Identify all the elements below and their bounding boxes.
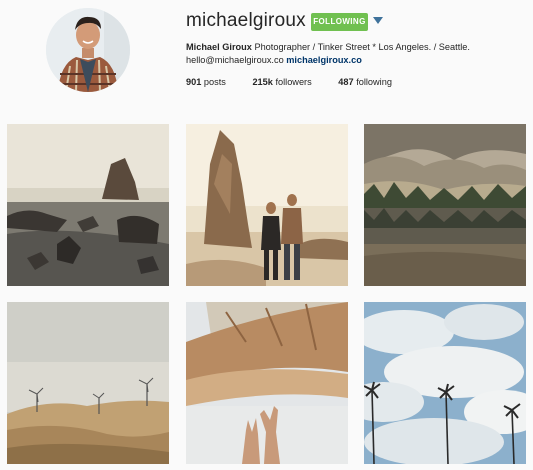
following-button[interactable]: FOLLOWING	[311, 13, 368, 31]
photo-tile[interactable]	[186, 124, 348, 286]
photo-tile[interactable]	[7, 302, 169, 464]
photo-tile[interactable]	[186, 302, 348, 464]
photo-tile[interactable]	[7, 124, 169, 286]
stats-row: 901 posts 215k followers 487 following	[186, 77, 416, 87]
email-text: hello@michaelgiroux.co	[186, 55, 284, 65]
contact-line: hello@michaelgiroux.co michaelgiroux.co	[186, 55, 362, 65]
avatar[interactable]	[46, 8, 130, 92]
profile-header: michaelgiroux FOLLOWING Michael Giroux P…	[0, 0, 533, 118]
username: michaelgiroux	[186, 10, 306, 31]
full-name: Michael Giroux	[186, 42, 252, 52]
bio-text: Photographer / Tinker Street * Los Angel…	[254, 42, 470, 52]
stat-following[interactable]: 487 following	[338, 77, 392, 87]
photo-tile[interactable]	[364, 124, 526, 286]
website-link[interactable]: michaelgiroux.co	[286, 55, 362, 65]
stat-followers[interactable]: 215k followers	[252, 77, 311, 87]
photo-tile[interactable]	[364, 302, 526, 464]
stat-posts[interactable]: 901 posts	[186, 77, 226, 87]
chevron-down-icon[interactable]	[373, 17, 383, 24]
bio-line: Michael Giroux Photographer / Tinker Str…	[186, 42, 470, 52]
